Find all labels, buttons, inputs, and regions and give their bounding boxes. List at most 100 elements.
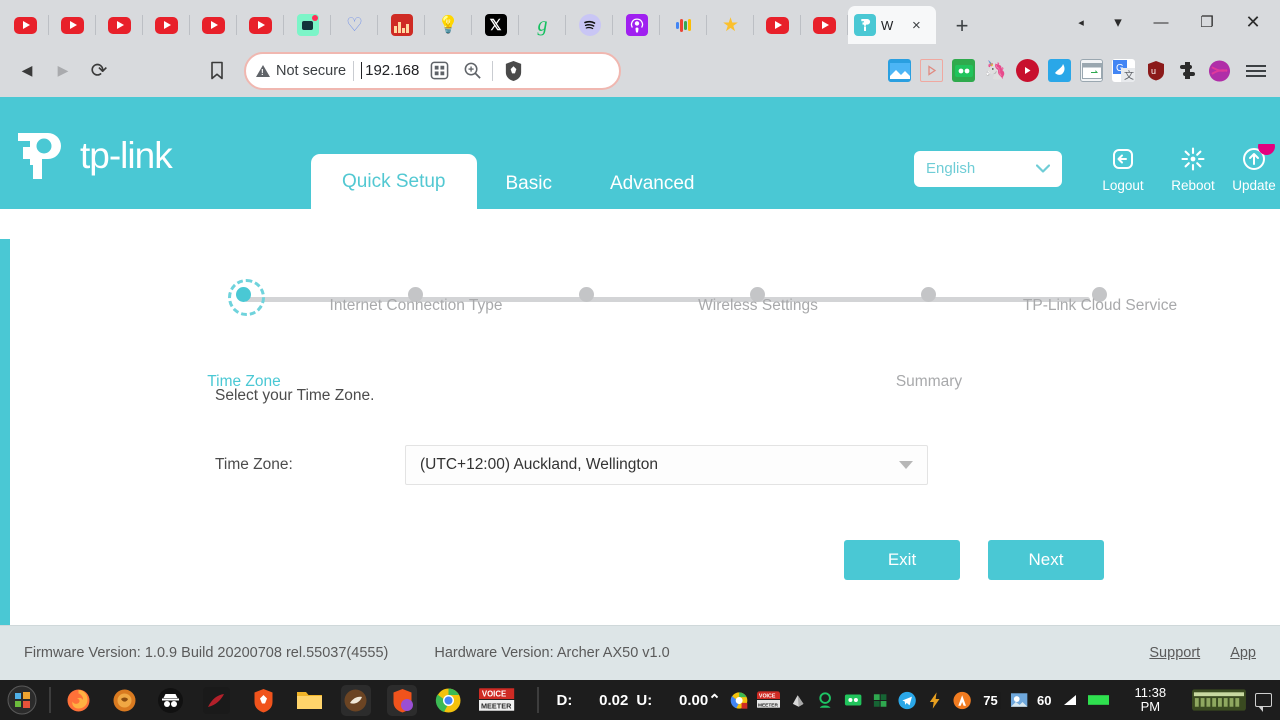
logout-button[interactable]: Logout <box>1088 144 1158 193</box>
incognito-icon[interactable] <box>155 685 185 716</box>
network-speed-indicator[interactable]: D: 0.02 U: 0.00 <box>557 692 709 709</box>
tab-list-icon[interactable]: ▾ <box>1098 4 1138 40</box>
forward-icon[interactable]: ▶ <box>46 54 80 88</box>
reboot-icon <box>1178 144 1208 174</box>
volume-level-icon[interactable] <box>1061 691 1079 710</box>
green-mail-icon[interactable] <box>816 691 834 710</box>
svg-text:VOICE: VOICE <box>759 694 776 700</box>
svg-text:MEETER: MEETER <box>481 701 512 710</box>
app-link[interactable]: App <box>1230 645 1256 661</box>
step-cloud-service[interactable]: TP-Link Cloud Service <box>1023 287 1177 314</box>
brown-app-icon[interactable] <box>341 685 371 716</box>
volume-value[interactable]: 60 <box>1037 693 1051 708</box>
browser-tab[interactable] <box>566 6 613 44</box>
browser-tab[interactable] <box>801 6 848 44</box>
browser-tab[interactable] <box>237 6 284 44</box>
window-forward-icon[interactable] <box>1080 59 1103 82</box>
red-app-icon[interactable] <box>202 685 232 716</box>
step-wireless-settings[interactable]: Wireless Settings <box>698 287 818 314</box>
photo-tray-icon[interactable] <box>1010 691 1028 710</box>
qr-code-icon[interactable] <box>426 58 452 84</box>
tab-back-icon[interactable]: ◂ <box>1064 4 1098 40</box>
tab-close-icon[interactable]: × <box>912 18 921 33</box>
step-time-zone[interactable]: Time Zone <box>207 279 281 390</box>
frog-icon[interactable]: 🦄 <box>984 59 1007 82</box>
ublock-origin-icon[interactable]: u <box>1144 59 1167 82</box>
address-bar[interactable]: Not secure 192.168 <box>244 51 621 90</box>
green-bar-icon[interactable] <box>1087 691 1109 710</box>
sync-green-icon[interactable] <box>871 691 889 710</box>
tab-advanced[interactable]: Advanced <box>581 158 724 209</box>
browser-tab[interactable] <box>660 6 707 44</box>
record-icon[interactable] <box>1016 59 1039 82</box>
file-explorer-icon[interactable] <box>294 685 324 716</box>
next-button[interactable]: Next <box>988 540 1104 580</box>
exit-button[interactable]: Exit <box>844 540 960 580</box>
browser-tab[interactable] <box>378 6 425 44</box>
minimize-button[interactable]: — <box>1138 4 1184 40</box>
close-window-button[interactable]: ✕ <box>1230 4 1276 40</box>
back-icon[interactable]: ◀ <box>10 54 44 88</box>
zoom-in-icon[interactable] <box>459 58 485 84</box>
browser-menu-icon[interactable] <box>1246 64 1266 77</box>
new-tab-button[interactable]: + <box>942 8 982 44</box>
browser-tab-active[interactable]: W × <box>848 6 936 44</box>
upload-label: U: <box>636 691 653 709</box>
browser-tab[interactable] <box>190 6 237 44</box>
step-summary[interactable]: Summary <box>896 287 962 390</box>
tab-basic[interactable]: Basic <box>477 158 581 209</box>
browser-tab[interactable] <box>96 6 143 44</box>
keyboard-tray-icon[interactable] <box>1191 689 1246 711</box>
browser-tab[interactable] <box>49 6 96 44</box>
step-unlabeled[interactable] <box>579 287 594 302</box>
browser-tab[interactable]: ★ <box>707 6 754 44</box>
step-internet-connection-type[interactable]: Internet Connection Type <box>330 287 502 314</box>
browser-tab[interactable]: g <box>519 6 566 44</box>
brave-icon[interactable] <box>248 685 278 716</box>
puzzle-extensions-icon[interactable] <box>1176 59 1199 82</box>
browser-tab[interactable]: ♡ <box>331 6 378 44</box>
battery-value[interactable]: 75 <box>980 691 1001 709</box>
reload-icon[interactable]: ⟳ <box>82 54 116 88</box>
brave-purple-icon[interactable] <box>387 685 417 716</box>
brave-lion-icon[interactable] <box>500 58 526 84</box>
video-download-icon[interactable] <box>920 59 943 82</box>
avast-icon[interactable] <box>953 691 971 710</box>
tray-expand-icon[interactable]: ⌃ <box>708 691 721 709</box>
browser-tab[interactable] <box>754 6 801 44</box>
browser-tab[interactable]: 💡 <box>425 6 472 44</box>
chrome-canary-icon[interactable] <box>433 685 463 716</box>
telegram-icon[interactable] <box>898 691 917 710</box>
voicemeeter-tray-icon[interactable]: VOICE MEETER <box>757 691 781 710</box>
not-secure-indicator[interactable]: Not secure <box>256 63 346 79</box>
browser-tab[interactable] <box>2 6 49 44</box>
browser-tab[interactable]: 𝕏 <box>472 6 519 44</box>
speaker-tray-icon[interactable] <box>789 691 807 710</box>
voicemeeter-icon[interactable]: VOICE MEETER <box>479 685 515 716</box>
support-link[interactable]: Support <box>1149 645 1200 661</box>
browser-tab[interactable] <box>143 6 190 44</box>
robot-green-tray-icon[interactable] <box>844 691 862 710</box>
flash-icon[interactable] <box>926 691 944 710</box>
browser-tab[interactable] <box>284 6 331 44</box>
google-translate-icon[interactable]: G文 <box>1112 59 1135 82</box>
update-button[interactable]: Update <box>1228 144 1280 193</box>
windows-start-icon[interactable] <box>0 680 45 720</box>
browser-tab[interactable] <box>613 6 660 44</box>
firefox-icon[interactable] <box>63 685 93 716</box>
reboot-button[interactable]: Reboot <box>1158 144 1228 193</box>
tab-quick-setup[interactable]: Quick Setup <box>311 154 477 209</box>
brave-profile-icon[interactable] <box>1208 59 1231 82</box>
notification-icon[interactable] <box>1254 693 1272 712</box>
url-input[interactable]: 192.168 <box>361 62 419 79</box>
clock[interactable]: 11:38 PM <box>1124 685 1177 715</box>
image-icon[interactable] <box>888 59 911 82</box>
language-select[interactable]: English <box>914 150 1062 187</box>
bookmark-icon[interactable] <box>200 54 234 88</box>
time-zone-select[interactable]: (UTC+12:00) Auckland, Wellington <box>405 445 928 485</box>
robot-green-icon[interactable] <box>952 59 975 82</box>
maximize-button[interactable]: ❐ <box>1184 4 1230 40</box>
firefox-nightly-icon[interactable] <box>109 685 139 716</box>
bird-blue-icon[interactable] <box>1048 59 1071 82</box>
chrome-tray-icon[interactable] <box>730 691 748 710</box>
